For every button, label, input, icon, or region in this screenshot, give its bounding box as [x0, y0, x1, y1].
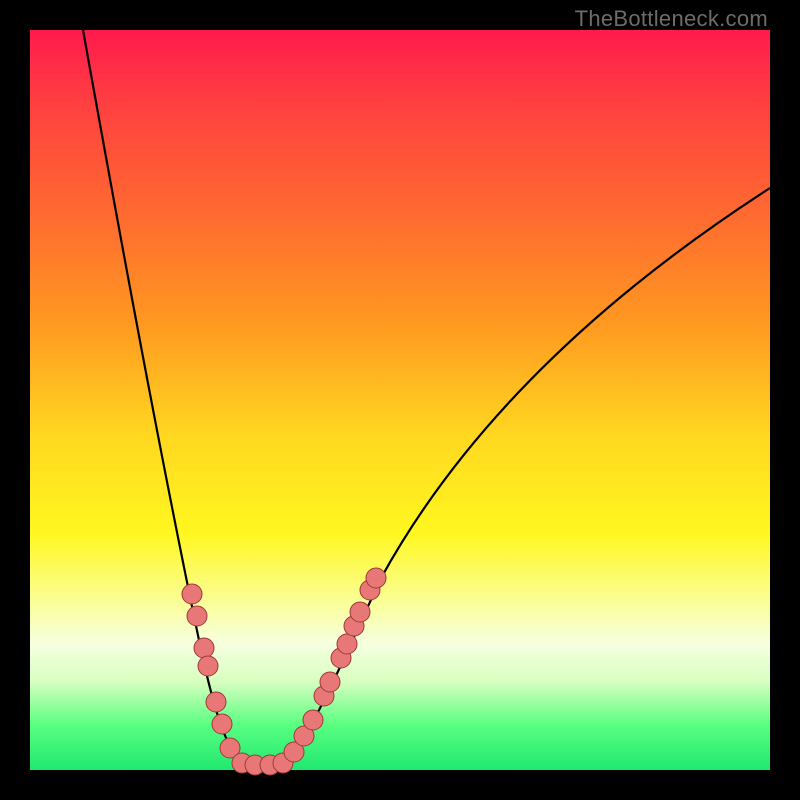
watermark-text: TheBottleneck.com: [575, 6, 768, 32]
curve-marker: [337, 634, 357, 654]
curve-marker: [194, 638, 214, 658]
curve-marker: [320, 672, 340, 692]
curve-marker: [182, 584, 202, 604]
curve-marker: [198, 656, 218, 676]
curve-marker: [303, 710, 323, 730]
curve-marker: [187, 606, 207, 626]
marker-layer: [182, 568, 386, 775]
outer-frame: TheBottleneck.com: [0, 0, 800, 800]
curve-marker: [206, 692, 226, 712]
curve-marker: [366, 568, 386, 588]
curve-path: [83, 30, 770, 766]
chart-svg: [30, 30, 770, 770]
curve-marker: [350, 602, 370, 622]
curve-marker: [212, 714, 232, 734]
